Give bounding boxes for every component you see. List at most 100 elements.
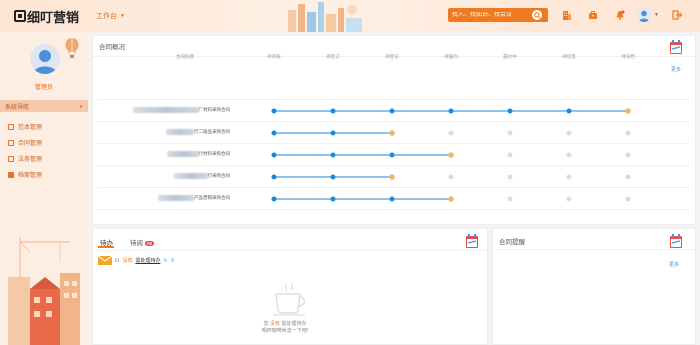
divider	[98, 209, 690, 210]
bell-icon[interactable]	[615, 10, 625, 20]
sidebar-item-label: 合同管理	[18, 141, 43, 147]
empty-state-line1: 您 没有 需处理待办	[230, 321, 340, 328]
chevron-down-icon[interactable]: ▼	[654, 12, 659, 18]
column-header: 待登记	[385, 54, 399, 59]
briefcase-icon[interactable]	[588, 10, 598, 20]
divider	[98, 187, 690, 188]
column-header: 待履约	[444, 54, 458, 59]
calendar-icon	[670, 234, 682, 248]
stage-dot	[389, 152, 395, 158]
column-header: 待续签	[562, 54, 576, 59]
stage-dot	[330, 108, 336, 114]
stage-dot	[271, 152, 277, 158]
stage-dot	[507, 130, 513, 136]
column-header: 待归档	[621, 54, 635, 59]
stage-dot	[448, 130, 454, 136]
stage-dot	[448, 174, 454, 180]
more-link[interactable]: 更多	[671, 66, 681, 73]
stage-dot	[389, 108, 395, 114]
search-icon[interactable]	[532, 10, 542, 20]
card-title: 合同概况	[99, 44, 125, 51]
stage-dot	[271, 174, 277, 180]
stage-dot	[330, 130, 336, 136]
logo-mark-icon	[14, 10, 26, 22]
stage-dot	[625, 152, 631, 158]
progress-track	[271, 108, 631, 114]
calendar-icon	[466, 234, 478, 248]
column-header: 合同标题	[176, 54, 194, 59]
city-banner-illustration	[288, 2, 362, 32]
divider	[98, 165, 690, 166]
user-avatar-small[interactable]	[637, 8, 651, 22]
tab-pending-read[interactable]: 待阅 99	[130, 237, 155, 247]
stage-dot	[448, 196, 454, 202]
todo-pending-link[interactable]: 需处理待办	[135, 257, 160, 264]
stage-dot	[625, 174, 631, 180]
stage-dot	[507, 108, 513, 114]
stage-dot	[330, 174, 336, 180]
person-icon[interactable]: ⚲	[171, 258, 175, 264]
progress-track	[271, 152, 631, 158]
pending-count-badge: 99	[145, 241, 155, 246]
stage-dot	[271, 196, 277, 202]
coffee-cup-icon	[273, 282, 305, 316]
stage-dot	[271, 130, 277, 136]
more-link[interactable]: 更多	[669, 261, 679, 268]
construction-illustration	[0, 237, 88, 345]
stage-dot	[566, 174, 572, 180]
progress-track	[271, 196, 631, 202]
stage-dot	[330, 152, 336, 158]
stage-dot	[566, 108, 572, 114]
divider	[493, 249, 695, 250]
active-tab-indicator	[98, 246, 114, 248]
progress-track	[271, 130, 631, 136]
brand-logo[interactable]: 细叮营销	[14, 8, 80, 26]
stage-dot	[625, 196, 631, 202]
column-header: 待签订	[326, 54, 340, 59]
divider	[93, 250, 487, 251]
stage-dot	[507, 196, 513, 202]
search-input[interactable]	[448, 12, 532, 18]
stage-dot	[507, 174, 513, 180]
card-title: 合同提醒	[499, 239, 525, 246]
divider	[98, 121, 690, 122]
divider	[98, 99, 690, 100]
chevron-down-icon: ▼	[120, 13, 125, 19]
column-header: 履约中	[503, 54, 517, 59]
stage-dot	[271, 108, 277, 114]
todo-none-text: 没有	[122, 258, 133, 264]
top-header: 细叮营销 工作台 ▼ ▼	[0, 0, 700, 32]
progress-track	[271, 174, 631, 180]
logout-icon[interactable]	[672, 10, 683, 20]
sidebar: 管理员 系统导航 ▼ 范本管理 合同管理 法务管理 档案管理	[0, 32, 88, 345]
mail-icon	[98, 256, 112, 265]
hot-air-balloon-icon	[65, 38, 79, 58]
stage-dot	[566, 196, 572, 202]
building-icon[interactable]	[562, 10, 572, 20]
empty-state-line2: 喝杯咖啡休息一下吧!	[261, 328, 309, 334]
user-name: 管理员	[34, 85, 53, 91]
empty-highlight: 没有	[269, 321, 280, 327]
empty-suffix: 需处理待办	[281, 321, 307, 327]
column-header: 待审核	[267, 54, 281, 59]
workspace-label: 工作台	[96, 13, 117, 20]
refresh-icon[interactable]: ↻	[163, 258, 167, 264]
calendar-icon	[670, 40, 682, 54]
sound-icon: ☊	[115, 257, 120, 264]
workspace-dropdown[interactable]: 工作台 ▼	[96, 11, 125, 21]
sidebar-item-contracts[interactable]: 合同管理	[8, 138, 42, 147]
avatar[interactable]	[30, 44, 60, 74]
logo-text: 细叮营销	[27, 10, 80, 26]
global-search	[448, 8, 548, 22]
stage-dot	[389, 174, 395, 180]
stage-dot	[625, 130, 631, 136]
stage-dot	[389, 196, 395, 202]
tab-label: 待阅	[130, 240, 143, 247]
stage-dot	[507, 152, 513, 158]
todo-summary-bar: ☊ 没有 需处理待办 ↻ ⚲	[98, 256, 174, 265]
stage-dot	[330, 196, 336, 202]
stage-dot	[448, 108, 454, 114]
contract-reminder-card: 合同提醒 更多	[492, 228, 696, 345]
stage-dot	[566, 152, 572, 158]
stage-dot	[448, 152, 454, 158]
